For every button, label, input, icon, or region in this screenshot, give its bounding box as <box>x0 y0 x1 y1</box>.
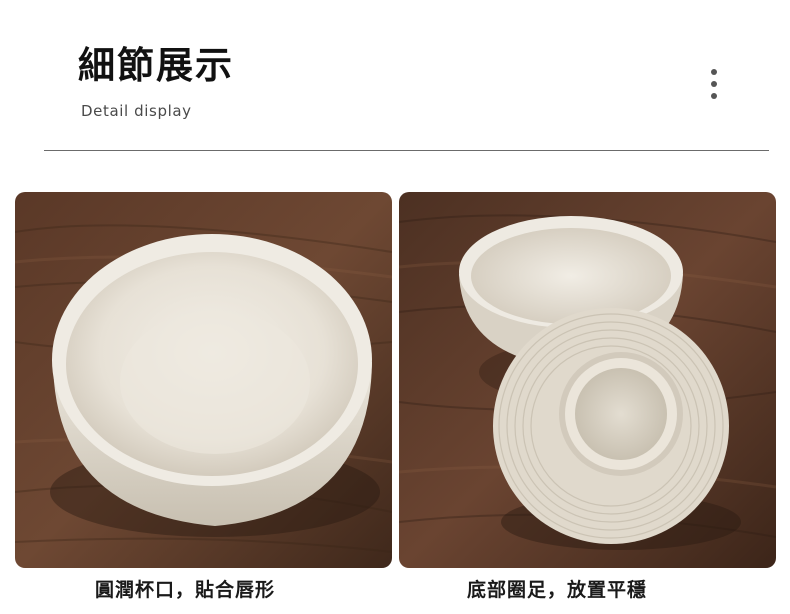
caption-cup-foot: 底部圈足，放置平穩 <box>467 579 648 601</box>
page-title: 細節展示 <box>78 44 234 87</box>
menu-dot <box>711 93 717 99</box>
header-divider <box>44 150 769 151</box>
cup-top-view-image <box>15 192 392 568</box>
page-subtitle: Detail display <box>81 102 192 120</box>
more-vertical-icon[interactable] <box>703 64 725 108</box>
menu-dot <box>711 81 717 87</box>
cup-bottom-view-image <box>399 192 776 568</box>
menu-dot <box>711 69 717 75</box>
caption-cup-rim: 圓潤杯口，貼合唇形 <box>95 579 276 601</box>
